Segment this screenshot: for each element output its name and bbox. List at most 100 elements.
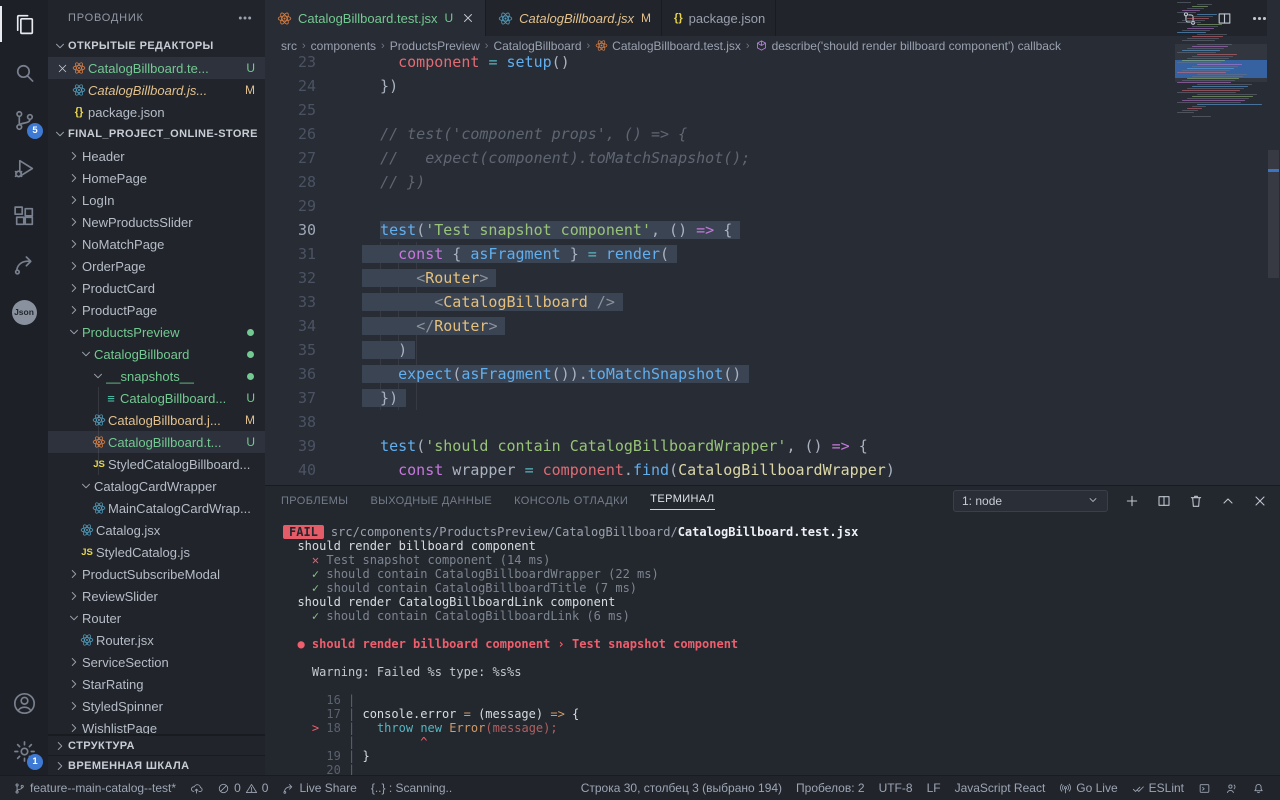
tree-item-catalogbillboardt[interactable]: CatalogBillboard.t... U	[48, 431, 265, 453]
code-line-30: 30 test('Test snapshot component', () =>…	[265, 218, 1280, 242]
open-editor-item[interactable]: CatalogBillboard.js... M	[48, 79, 265, 101]
line-number: 36	[297, 365, 316, 383]
activity-bar-item-account[interactable]	[0, 679, 48, 727]
folder-label: LogIn	[82, 192, 115, 208]
tree-item-styledcatalogjs[interactable]: JS StyledCatalog.js	[48, 541, 265, 563]
tree-item-catalogjsx[interactable]: Catalog.jsx	[48, 519, 265, 541]
status-item-encoding[interactable]: UTF-8	[872, 776, 920, 800]
tree-item-__snapshots__[interactable]: __snapshots__	[48, 365, 265, 387]
activity-bar-item-search[interactable]	[0, 48, 48, 96]
trash-icon[interactable]	[1188, 493, 1204, 509]
tree-item-header[interactable]: Header	[48, 145, 265, 167]
chevron-down-icon	[78, 346, 94, 362]
status-item-git-branch[interactable]: feature--main-catalog--test*	[6, 776, 183, 800]
cloud-upload-icon	[190, 782, 203, 795]
broadcast-icon	[1059, 782, 1072, 795]
activity-bar-item-source-control[interactable]: 5	[0, 96, 48, 144]
tree-item-routerjsx[interactable]: Router.jsx	[48, 629, 265, 651]
status-item-cursor-position[interactable]: Строка 30, столбец 3 (выбрано 194)	[574, 776, 789, 800]
git-status-badge: U	[246, 435, 255, 449]
tree-item-login[interactable]: LogIn	[48, 189, 265, 211]
chevron-up-icon[interactable]	[1220, 493, 1236, 509]
tree-item-productpage[interactable]: ProductPage	[48, 299, 265, 321]
editor-tab-package-json[interactable]: {} package.json	[662, 0, 777, 36]
status-item-contacts[interactable]	[1218, 776, 1245, 800]
close-icon[interactable]	[1252, 493, 1268, 509]
breadcrumb-symbol[interactable]: describe('should render billboard compon…	[755, 39, 1061, 53]
activity-bar-item-explorer[interactable]	[0, 0, 48, 48]
breadcrumb-item[interactable]: src	[281, 39, 297, 53]
status-item-indentation[interactable]: Пробелов: 2	[789, 776, 872, 800]
status-item-eslint[interactable]: ESLint	[1125, 776, 1191, 800]
tree-item-homepage[interactable]: HomePage	[48, 167, 265, 189]
tree-item-catalogbillboard[interactable]: ≡ CatalogBillboard... U	[48, 387, 265, 409]
status-item-language-mode[interactable]: JavaScript React	[948, 776, 1053, 800]
panel-tab-проблемы[interactable]: ПРОБЛЕМЫ	[281, 495, 348, 507]
tree-item-newproductsslider[interactable]: NewProductsSlider	[48, 211, 265, 233]
section-header-outline[interactable]: СТРУКТУРА	[48, 735, 265, 755]
open-editor-item[interactable]: {} package.json	[48, 101, 265, 123]
status-item-eol[interactable]: LF	[920, 776, 948, 800]
code-line-27: 27 // expect(component).toMatchSnapshot(…	[265, 146, 1280, 170]
terminal-line: 17 | console.error = (message) => {	[283, 707, 580, 721]
status-label: feature--main-catalog--test*	[30, 781, 177, 795]
code-editor[interactable]: 23 component = setup() 24 }) 25 26 // test(…	[265, 56, 1280, 485]
tree-item-productsubscribemodal[interactable]: ProductSubscribeModal	[48, 563, 265, 585]
activity-bar-item-settings[interactable]: 1	[0, 727, 48, 775]
terminal-selector[interactable]: 1: node	[953, 490, 1108, 512]
split-editor-icon[interactable]	[1156, 493, 1172, 509]
react-file-icon	[90, 500, 108, 516]
tree-item-servicesection[interactable]: ServiceSection	[48, 651, 265, 673]
section-header-timeline[interactable]: ВРЕМЕННАЯ ШКАЛА	[48, 755, 265, 775]
tree-item-nomatchpage[interactable]: NoMatchPage	[48, 233, 265, 255]
status-item-live-share[interactable]: Live Share	[275, 776, 363, 800]
file-label: Catalog.jsx	[96, 522, 161, 538]
terminal-output[interactable]: FAIL src/components/ProductsPreview/Catal…	[265, 525, 1280, 777]
tree-item-starrating[interactable]: StarRating	[48, 673, 265, 695]
tree-item-catalogcardwrapper[interactable]: CatalogCardWrapper	[48, 475, 265, 497]
section-header-open-editors[interactable]: ОТКРЫТЫЕ РЕДАКТОРЫ	[48, 35, 265, 57]
more-actions-icon[interactable]	[237, 10, 253, 26]
status-item-terminal-panel[interactable]	[1191, 776, 1218, 800]
activity-bar-item-run-debug[interactable]	[0, 144, 48, 192]
folder-label: ProductsPreview	[82, 324, 180, 340]
minimap[interactable]	[1175, 0, 1267, 429]
terminal-line: ✓ should contain CatalogBillboardLink (6…	[311, 609, 630, 623]
plus-icon[interactable]	[1124, 493, 1140, 509]
status-item-notifications[interactable]	[1245, 776, 1272, 800]
tree-item-router[interactable]: Router	[48, 607, 265, 629]
activity-bar-item-extensions[interactable]	[0, 192, 48, 240]
tree-item-maincatalogcardwrap[interactable]: MainCatalogCardWrap...	[48, 497, 265, 519]
activity-bar-item-json-extension[interactable]: Json	[0, 288, 48, 336]
tree-item-catalogbillboardj[interactable]: CatalogBillboard.j... M	[48, 409, 265, 431]
open-editor-item[interactable]: CatalogBillboard.te... U	[48, 57, 265, 79]
close-icon[interactable]	[54, 60, 70, 76]
panel-tab-выходные-данные[interactable]: ВЫХОДНЫЕ ДАННЫЕ	[370, 495, 492, 507]
tree-item-styledspinner[interactable]: StyledSpinner	[48, 695, 265, 717]
breadcrumb-item[interactable]: components	[311, 39, 376, 53]
status-item-publish-changes[interactable]	[183, 776, 210, 800]
minimap-line	[1182, 40, 1215, 42]
status-item-problems[interactable]: 00	[210, 776, 275, 800]
panel-tab-терминал[interactable]: ТЕРМИНАЛ	[650, 493, 715, 510]
panel-tab-консоль-отладки[interactable]: КОНСОЛЬ ОТЛАДКИ	[514, 495, 628, 507]
tree-item-styledcatalogbillboard[interactable]: JS StyledCatalogBillboard...	[48, 453, 265, 475]
status-item-scanning[interactable]: {..} : Scanning..	[364, 776, 459, 800]
section-header-workspace[interactable]: FINAL_PROJECT_ONLINE-STORE	[48, 123, 265, 145]
editor-tab-catalogbillboard-test-jsx[interactable]: CatalogBillboard.test.jsx U	[265, 0, 487, 36]
editor-tab-catalogbillboard-jsx[interactable]: CatalogBillboard.jsx M	[486, 0, 663, 36]
close-icon[interactable]	[461, 11, 475, 25]
tree-item-orderpage[interactable]: OrderPage	[48, 255, 265, 277]
tree-item-productspreview[interactable]: ProductsPreview	[48, 321, 265, 343]
breadcrumb-item[interactable]: CatalogBillboard	[493, 39, 581, 53]
activity-bar-item-live-share[interactable]	[0, 240, 48, 288]
tree-item-reviewslider[interactable]: ReviewSlider	[48, 585, 265, 607]
status-item-go-live[interactable]: Go Live	[1052, 776, 1124, 800]
tree-item-productcard[interactable]: ProductCard	[48, 277, 265, 299]
breadcrumb-item[interactable]: ProductsPreview	[390, 39, 480, 53]
chevron-down-icon	[90, 368, 106, 384]
editor-scrollbar[interactable]	[1267, 0, 1280, 429]
tree-item-catalogbillboard[interactable]: CatalogBillboard	[48, 343, 265, 365]
chevron-right-icon	[66, 302, 82, 318]
breadcrumb-file[interactable]: CatalogBillboard.test.jsx	[595, 39, 741, 53]
